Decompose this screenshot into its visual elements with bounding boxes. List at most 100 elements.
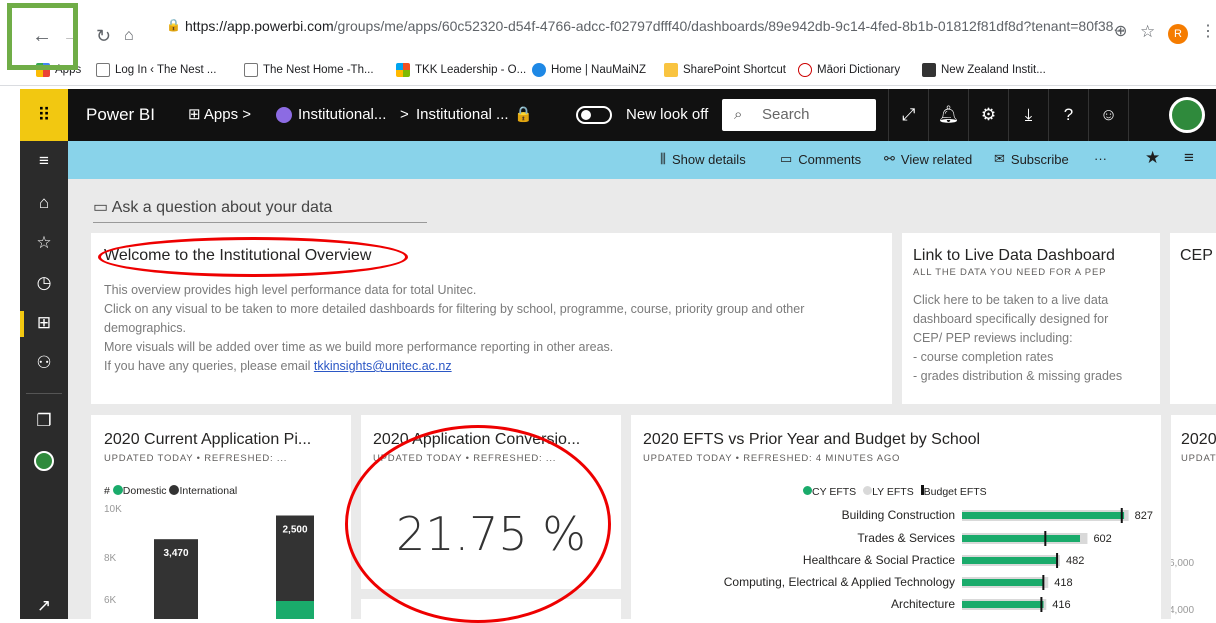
user-avatar[interactable] <box>1128 89 1216 141</box>
breadcrumb-app[interactable]: Institutional... <box>298 89 386 141</box>
subscribe-button[interactable]: ✉ Subscribe <box>994 151 1069 167</box>
workspace-avatar[interactable] <box>34 451 54 471</box>
bookmark-item[interactable]: Home | NauMaiNZ <box>532 63 646 77</box>
red-annotation-oval <box>98 237 408 277</box>
hamburger-menu-icon[interactable]: ≡ <box>20 151 68 171</box>
comments-button[interactable]: ▭ Comments <box>780 151 861 167</box>
app-launcher-icon[interactable]: ⠿ <box>20 89 68 141</box>
domestic-dot <box>112 485 123 495</box>
application-pipeline-tile[interactable]: 2020 Current Application Pi... UPDATED T… <box>91 415 351 619</box>
browser-menu-icon[interactable]: ⋮ <box>1200 22 1216 42</box>
budget-marker <box>1040 597 1043 612</box>
international-dot <box>169 485 180 495</box>
globe-icon <box>532 63 546 77</box>
show-details-button[interactable]: ⫼ Show details <box>660 151 746 167</box>
expand-arrow-icon[interactable]: ↗ <box>20 596 68 616</box>
list-view-icon[interactable]: ≡ <box>1184 148 1194 168</box>
bookmark-item[interactable]: New Zealand Instit... <box>922 63 1046 77</box>
details-icon: ⫼ <box>660 151 666 166</box>
dictionary-icon <box>798 63 812 77</box>
favorites-star-icon[interactable]: ☆ <box>20 233 68 253</box>
cy-dot <box>803 486 812 495</box>
left-nav: ≡ ⌂ ☆ ◷ ⊞ ⚇ ❐ ↗ <box>20 141 68 619</box>
home-icon[interactable]: ⌂ <box>124 26 134 46</box>
welcome-text: This overview provides high level perfor… <box>104 283 805 373</box>
right-partial-tile[interactable]: 2020 UPDAT 6,000 4,000 <box>1171 415 1216 619</box>
chat-icon: ▭ <box>93 199 109 216</box>
efts-chart: 827 602 482 418 416 <box>962 508 1153 612</box>
download-icon[interactable]: ⤓ <box>1008 89 1048 141</box>
bookmark-item[interactable]: Log In ‹ The Nest ... <box>96 63 216 77</box>
budget-marker <box>1056 553 1059 568</box>
home-nav-icon[interactable]: ⌂ <box>20 193 68 213</box>
app-tile-subtitle: UPDATED TODAY • REFRESHED: ... <box>104 453 288 464</box>
new-look-label: New look off <box>626 106 709 123</box>
right-tick: 6,000 <box>1171 558 1195 569</box>
dashboard-canvas: ▭ Ask a question about your data Welcome… <box>68 179 1216 623</box>
ly-dot <box>863 486 873 495</box>
breadcrumb-dashboard[interactable]: Institutional ... <box>416 89 509 141</box>
bar-data-label: 2,500 <box>282 525 307 536</box>
star-bookmark-icon[interactable]: ☆ <box>1140 22 1155 42</box>
apps-link[interactable]: ⊞ Apps > <box>188 89 251 141</box>
page-icon <box>96 63 110 77</box>
notifications-icon[interactable]: 🔔︎ <box>928 89 968 141</box>
budget-marker <box>1044 531 1047 546</box>
url-bar[interactable]: 🔒 https://app.powerbi.com/groups/me/apps… <box>152 9 1125 43</box>
efts-data-label: 482 <box>1066 555 1084 567</box>
bookmark-item[interactable]: TKK Leadership - O... <box>396 63 526 77</box>
email-link[interactable]: tkkinsights@unitec.ac.nz <box>314 359 452 373</box>
domestic-bar <box>276 601 314 619</box>
action-bar: ⫼ Show details ▭ Comments ⚯ View related ✉ S… <box>68 141 1216 179</box>
y-tick-label: 10K <box>104 504 122 515</box>
comment-icon: ▭ <box>780 151 793 166</box>
efts-legend: CY EFTS LY EFTS Budget EFTS <box>803 485 987 498</box>
new-look-toggle[interactable] <box>576 106 612 124</box>
browser-chrome: ← → ↻ ⌂ 🔒 https://app.powerbi.com/groups… <box>0 0 1216 86</box>
live-subtitle: ALL THE DATA YOU NEED FOR A PEP <box>913 267 1107 278</box>
bookmark-item[interactable]: SharePoint Shortcut <box>664 63 786 77</box>
efts-tile[interactable]: 2020 EFTS vs Prior Year and Budget by Sc… <box>631 415 1161 619</box>
favorite-star-icon[interactable]: ★ <box>1145 148 1160 168</box>
efts-data-label: 416 <box>1052 599 1070 611</box>
help-icon[interactable]: ? <box>1048 89 1088 141</box>
cy-efts-bar <box>962 535 1080 542</box>
highlight-box <box>7 3 78 70</box>
qna-input[interactable]: ▭ Ask a question about your data <box>93 197 427 223</box>
settings-gear-icon[interactable]: ⚙ <box>968 89 1008 141</box>
right-tick: 4,000 <box>1171 605 1195 616</box>
search-icon: ⌕ <box>734 106 743 123</box>
live-text: Click here to be taken to a live data das… <box>913 293 1123 383</box>
bar-data-label: 3,470 <box>163 548 188 559</box>
fullscreen-icon[interactable]: ⤢ <box>888 89 928 141</box>
red-annotation-circle <box>345 425 611 623</box>
lock-icon: 🔒 <box>514 106 533 123</box>
profile-avatar[interactable]: R <box>1168 24 1188 44</box>
zoom-icon[interactable]: ⊕ <box>1114 22 1127 42</box>
y-tick-label: 8K <box>104 553 117 564</box>
live-data-tile[interactable]: Link to Live Data Dashboard ALL THE DATA… <box>902 233 1160 404</box>
bookmark-item[interactable]: The Nest Home -Th... <box>244 63 374 77</box>
efts-data-label: 418 <box>1054 577 1072 589</box>
app-tile-title: 2020 Current Application Pi... <box>104 431 312 448</box>
nzinst-icon <box>922 63 936 77</box>
apps-nav-icon[interactable]: ⊞ <box>20 313 68 333</box>
lock-icon: 🔒 <box>166 18 181 32</box>
efts-data-label: 827 <box>1135 510 1153 522</box>
application-chart: 10K 8K 6K 3,470 2,500 <box>104 504 314 619</box>
mail-icon: ✉ <box>994 151 1005 166</box>
bookmarks-bar: Apps Log In ‹ The Nest ... The Nest Home… <box>0 58 1216 86</box>
more-options-button[interactable]: ··· <box>1094 151 1107 166</box>
brand[interactable]: Power BI <box>86 89 155 141</box>
bookmark-item[interactable]: Māori Dictionary <box>798 63 900 77</box>
view-related-button[interactable]: ⚯ View related <box>884 151 972 167</box>
recent-clock-icon[interactable]: ◷ <box>20 273 68 293</box>
search-input[interactable]: ⌕ Search <box>722 99 876 131</box>
cy-efts-bar <box>962 579 1044 586</box>
workspaces-icon[interactable]: ❐ <box>20 411 68 431</box>
feedback-smile-icon[interactable]: ☺ <box>1088 89 1128 141</box>
cep-tile[interactable]: CEP ( <box>1170 233 1216 404</box>
reload-icon[interactable]: ↻ <box>96 26 111 46</box>
shared-with-me-icon[interactable]: ⚇ <box>20 353 68 373</box>
budget-marker <box>1042 575 1045 590</box>
